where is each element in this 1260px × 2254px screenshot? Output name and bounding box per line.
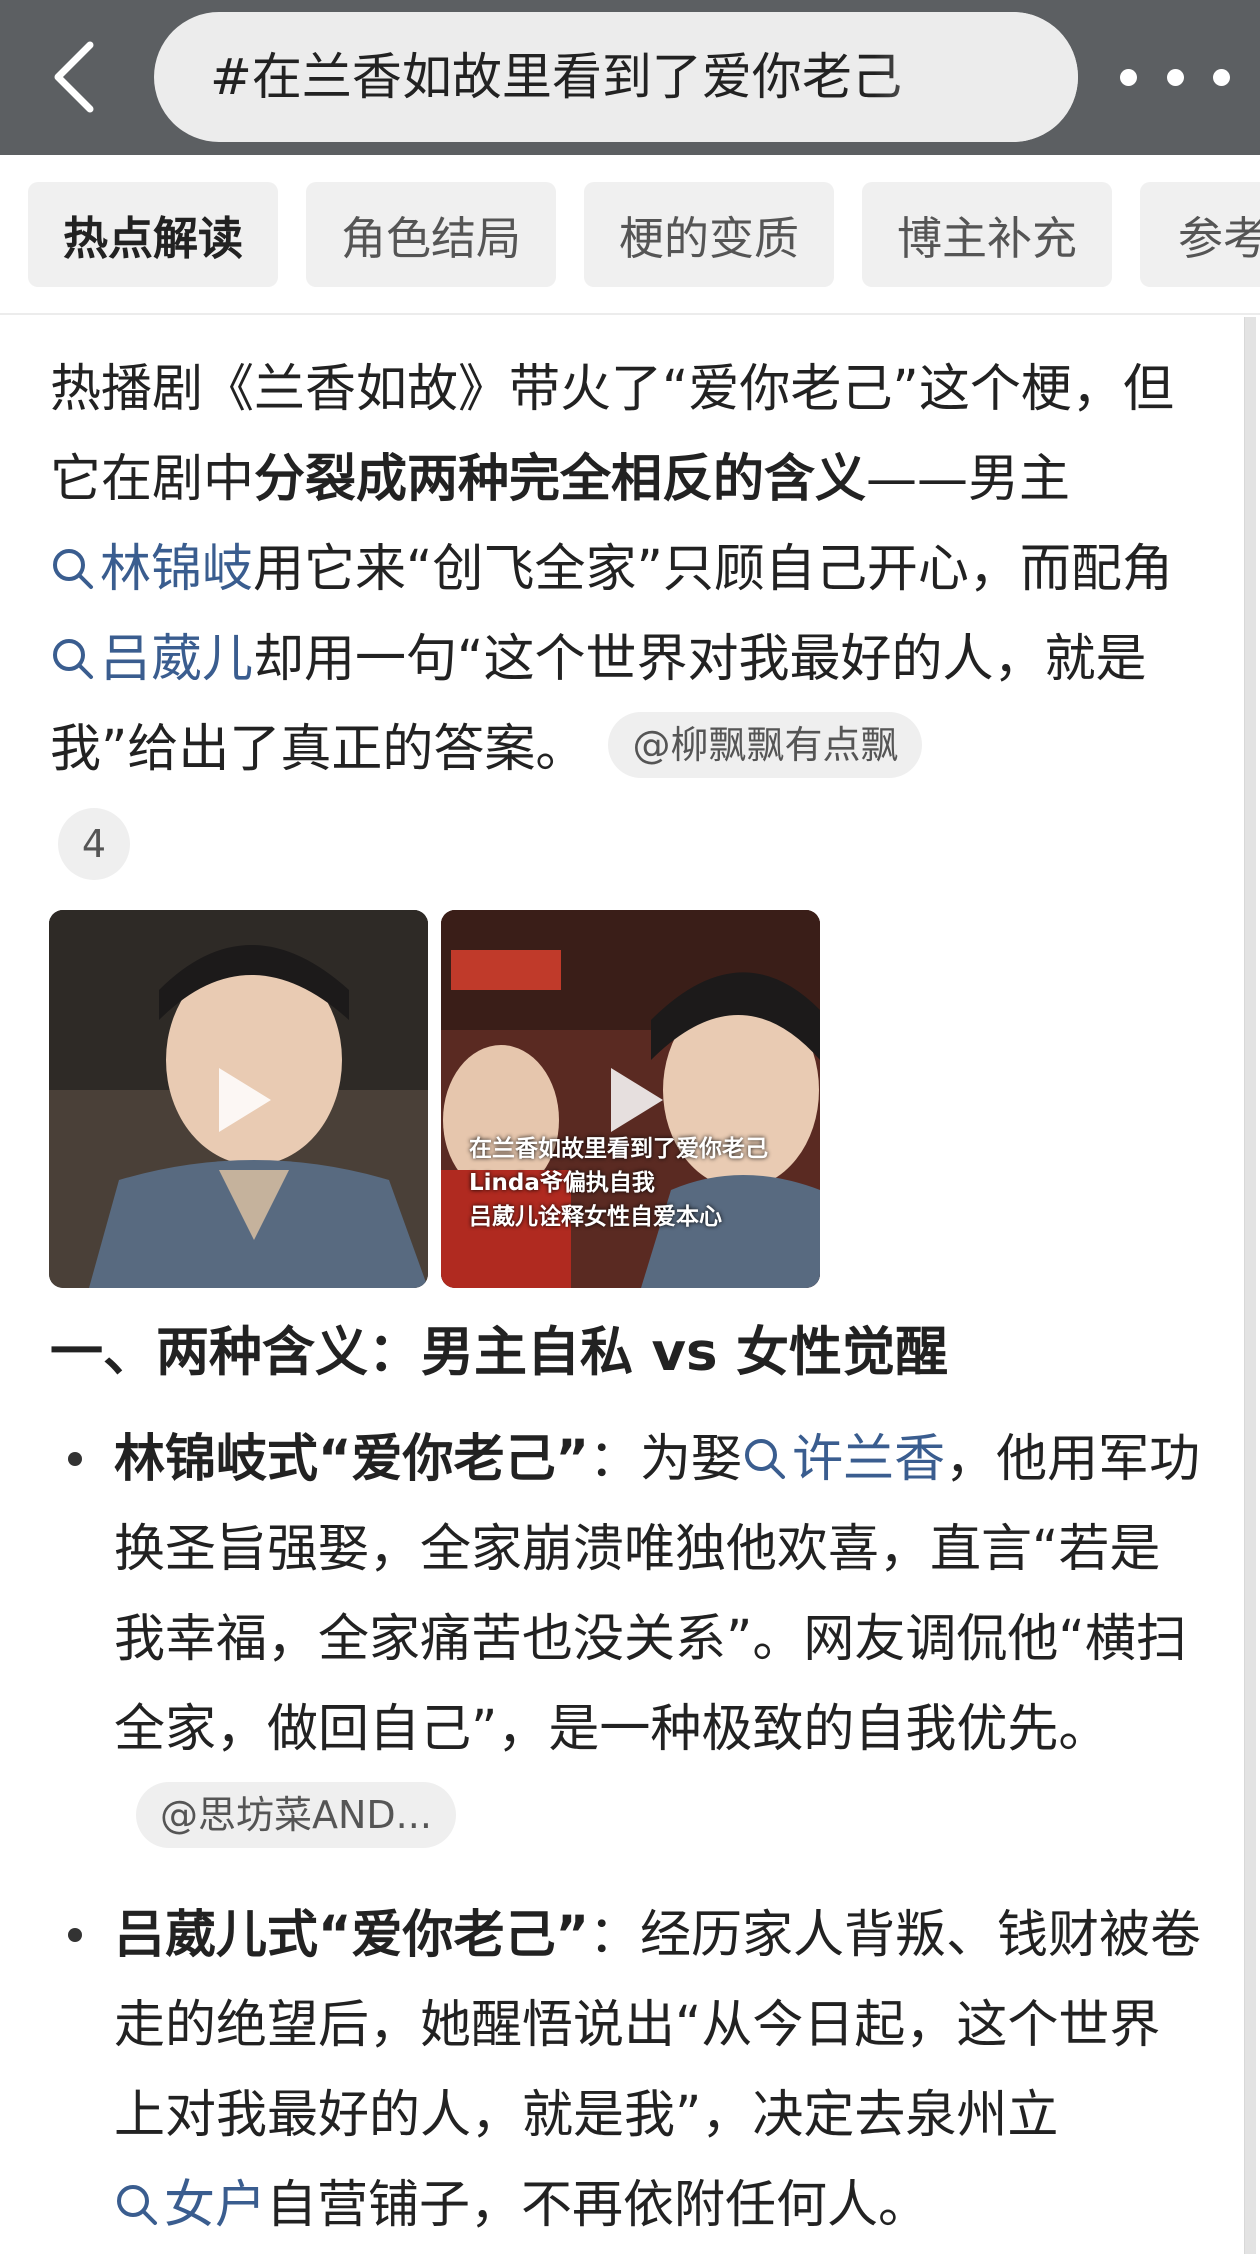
section-heading: 一、两种含义：男主自私 vs 女性觉醒: [50, 1322, 948, 1383]
search-input[interactable]: #在兰香如故里看到了爱你老己: [154, 12, 1078, 142]
play-icon: [611, 1068, 663, 1132]
caption-line: 在兰香如故里看到了爱你老己: [469, 1136, 768, 1162]
more-dot-icon: [1213, 68, 1230, 86]
scrollbar[interactable]: [1244, 317, 1256, 2254]
chevron-left-icon: [54, 41, 94, 113]
tab-bar: 热点解读 角色结局 梗的变质 博主补充 参考: [0, 155, 1260, 315]
bullet-title: 吕葳儿式“爱你老己”: [114, 1906, 590, 1965]
more-options-button[interactable]: [1120, 52, 1230, 102]
link-text: 吕葳儿: [100, 630, 254, 689]
tab-hot-topic-analysis[interactable]: 热点解读: [28, 182, 278, 287]
tab-character-endings[interactable]: 角色结局: [306, 182, 556, 287]
bullet-text: 自营铺子，不再依附任何人。: [266, 2176, 930, 2235]
tab-references[interactable]: 参考: [1140, 182, 1260, 287]
search-icon: [53, 549, 93, 589]
source-tag[interactable]: @柳飘飘有点飘: [608, 712, 923, 778]
intro-text: 用它来“创飞全家”只顾自己开心，而配角: [253, 540, 1173, 599]
search-link-lin-jinqi[interactable]: 林锦岐: [50, 540, 253, 599]
intro-bold-text: 分裂成两种完全相反的含义: [254, 450, 867, 509]
top-bar: #在兰香如故里看到了爱你老己: [0, 0, 1260, 155]
search-link-nv-hu[interactable]: 女户: [114, 2176, 266, 2235]
caption-line: 吕葳儿诠释女性自爱本心: [469, 1204, 722, 1230]
tab-blogger-notes[interactable]: 博主补充: [862, 182, 1112, 287]
search-link-lv-weier[interactable]: 吕葳儿: [50, 630, 253, 689]
play-icon: [219, 1068, 271, 1132]
bullet-dot: [68, 1452, 82, 1466]
link-text: 许兰香: [792, 1430, 946, 1489]
bullet-dot: [68, 1928, 82, 1942]
bullet-item: 林锦岐式“爱你老己”：为娶 许兰香，他用军功换圣旨强娶，全家崩溃唯独他欢喜，直言“…: [114, 1415, 1204, 1865]
source-tag[interactable]: @思坊菜AND...: [136, 1782, 456, 1848]
source-count-badge[interactable]: 4: [58, 808, 130, 880]
intro-text: ——男主: [866, 450, 1071, 509]
link-text: 林锦岐: [100, 540, 254, 599]
bullet-item: 吕葳儿式“爱你老己”：经历家人背叛、钱财被卷走的绝望后，她醒悟说出“从今日起，这…: [114, 1891, 1204, 2251]
back-button[interactable]: [40, 34, 110, 120]
search-icon: [117, 2185, 157, 2225]
tab-meme-change[interactable]: 梗的变质: [584, 182, 834, 287]
intro-paragraph: 热播剧《兰香如故》带火了“爱你老己”这个梗，但它在剧中分裂成两种完全相反的含义—…: [50, 345, 1215, 795]
search-icon: [745, 1439, 786, 1479]
more-dot-icon: [1166, 68, 1184, 86]
bullet-title: 林锦岐式“爱你老己”: [114, 1430, 590, 1489]
more-dot-icon: [1120, 68, 1137, 86]
link-text: 女户: [164, 2176, 267, 2235]
search-link-xu-lanxiang[interactable]: 许兰香: [742, 1430, 945, 1489]
video-thumbnail[interactable]: 在兰香如故里看到了爱你老己 Linda爷偏执自我 吕葳儿诠释女性自爱本心: [441, 910, 820, 1288]
bullet-text: ：为娶: [589, 1430, 743, 1489]
video-caption: 在兰香如故里看到了爱你老己 Linda爷偏执自我 吕葳儿诠释女性自爱本心: [469, 1132, 799, 1234]
video-thumbnail[interactable]: [49, 910, 428, 1288]
search-query-text: #在兰香如故里看到了爱你老己: [210, 48, 902, 106]
search-text-fade: [874, 12, 1078, 142]
caption-line: Linda爷偏执自我: [469, 1170, 655, 1196]
search-icon: [53, 639, 93, 679]
